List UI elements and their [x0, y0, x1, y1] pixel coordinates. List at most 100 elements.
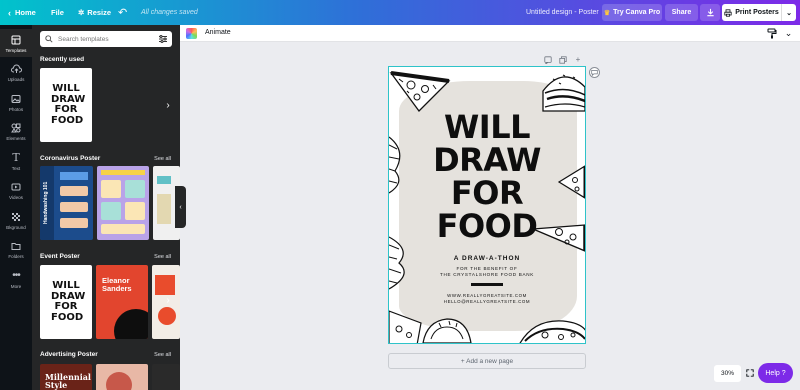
thumbnail-block [157, 194, 171, 224]
template-thumbnail[interactable]: Millennial Style [40, 364, 92, 390]
see-all-link[interactable]: See all [154, 156, 171, 162]
headline-line: FOR [450, 174, 524, 212]
animate-icon[interactable] [186, 28, 197, 39]
template-icon [10, 34, 22, 46]
search-box[interactable] [40, 31, 172, 47]
thumbnail-block [101, 224, 145, 234]
search-icon [45, 35, 54, 44]
headline-line: DRAW [433, 141, 541, 179]
thumbnail-block [125, 180, 145, 198]
section-title: Event Poster [40, 253, 80, 260]
print-label: Print Posters [735, 9, 779, 16]
poster-page[interactable]: WILL DRAW FOR FOOD A DRAW-A-THON FOR THE… [388, 66, 586, 344]
burger-illustration [542, 74, 585, 112]
thumbnail-text: Eleanor Sanders [102, 276, 132, 293]
thumbnail-block [106, 372, 132, 390]
comment-icon[interactable] [589, 67, 600, 78]
template-thumbnail[interactable] [152, 364, 180, 390]
rail-item-more[interactable]: ••• More [0, 265, 32, 293]
template-thumbnail[interactable]: Handwashing 101 [40, 166, 93, 240]
thumbnail-block [101, 202, 121, 220]
print-icon [724, 8, 732, 17]
templates-panel: Recently used WILL DRAW FOR FOOD › Coron… [32, 25, 180, 390]
rail-item-text[interactable]: T Text [0, 147, 32, 175]
see-all-link[interactable]: See all [154, 352, 171, 358]
template-thumbnail[interactable] [96, 364, 148, 390]
filter-icon[interactable] [158, 34, 168, 44]
thumbnail-text: WILL DRAW FOR FOOD [51, 83, 86, 126]
resize-button[interactable]: ✲ Resize [78, 0, 111, 25]
try-canva-pro-button[interactable]: ♛ Try Canva Pro [602, 4, 662, 21]
download-icon[interactable] [700, 4, 720, 21]
chevron-left-icon: ‹ [8, 7, 11, 18]
fullscreen-icon[interactable] [744, 367, 756, 379]
search-input[interactable] [58, 35, 153, 43]
chevron-down-icon[interactable]: ⌄ [782, 27, 795, 40]
note-icon[interactable] [543, 55, 553, 64]
poster-email[interactable]: HELLO@REALLYGREATSITE.COM [389, 299, 585, 304]
photo-icon [10, 93, 22, 105]
rail-label: Bkground [6, 224, 26, 230]
animate-button[interactable]: Animate [205, 29, 231, 36]
more-icon: ••• [12, 270, 21, 281]
section-title: Advertising Poster [40, 351, 98, 358]
rail-item-videos[interactable]: Videos [0, 176, 32, 204]
print-posters-button[interactable]: Print Posters [722, 4, 781, 21]
template-thumbnail[interactable]: WILL DRAW FOR FOOD [40, 68, 92, 142]
background-icon [10, 211, 22, 223]
duplicate-page-icon[interactable] [558, 55, 568, 64]
rail-item-photos[interactable]: Photos [0, 88, 32, 116]
chevron-right-icon[interactable]: › [163, 293, 173, 307]
section-title: Recently used [40, 56, 85, 63]
leaf-illustration [389, 236, 405, 290]
thumbnail-text: WILL DRAW FOR FOOD [51, 280, 86, 323]
chevron-down-icon[interactable]: ⌄ [781, 4, 796, 21]
poster-benefit-line[interactable]: THE CRYSTALSHORE FOOD BANK [389, 272, 585, 277]
editor-toolbar: Animate ⌄ [180, 25, 800, 42]
share-button[interactable]: Share [665, 4, 698, 21]
record-disc [114, 309, 148, 339]
add-new-page-button[interactable]: + Add a new page [388, 353, 586, 369]
see-all-link[interactable]: See all [154, 254, 171, 260]
rail-item-uploads[interactable]: Uploads [0, 58, 32, 86]
poster-website[interactable]: WWW.REALLYGREATSITE.COM [389, 293, 585, 298]
home-label: Home [15, 8, 36, 17]
template-thumbnail[interactable] [97, 166, 149, 240]
home-button[interactable]: ‹ Home [8, 0, 36, 25]
poster-headline[interactable]: WILL DRAW FOR FOOD [389, 111, 585, 243]
add-page-icon[interactable]: + [573, 55, 583, 64]
undo-icon[interactable]: ↶ [118, 0, 127, 25]
rail-item-background[interactable]: Bkground [0, 206, 32, 234]
chevron-right-icon[interactable]: › [163, 98, 173, 112]
collapse-panel-button[interactable]: ‹ [175, 186, 186, 228]
rail-item-elements[interactable]: Elements [0, 117, 32, 145]
rail-item-templates[interactable]: Templates [0, 29, 32, 57]
upload-icon [10, 63, 22, 75]
document-title[interactable]: Untitled design - Poster [526, 0, 599, 25]
section-title: Coronavirus Poster [40, 155, 101, 162]
thumbnail-text: Handwashing 101 [43, 181, 49, 224]
text-icon: T [12, 151, 20, 164]
rail-label: Videos [9, 194, 23, 200]
template-thumbnail[interactable]: Eleanor Sanders [96, 265, 148, 339]
poster-benefit-line[interactable]: FOR THE BENEFIT OF [389, 266, 585, 271]
rail-label: Uploads [7, 76, 25, 82]
poster-subtitle[interactable]: A DRAW-A-THON [389, 255, 585, 262]
try-pro-label: Try Canva Pro [613, 9, 661, 16]
rail-label: Elements [6, 135, 26, 141]
rail-item-folders[interactable]: Folders [0, 235, 32, 263]
rail-label: More [10, 283, 22, 289]
zoom-level[interactable]: 30% [714, 365, 741, 382]
headline-line: FOOD [436, 207, 538, 245]
paint-roller-icon[interactable] [765, 27, 778, 40]
save-status: All changes saved [141, 9, 198, 16]
thumbnail-block [60, 202, 88, 212]
thumbnail-block [60, 218, 88, 228]
help-button[interactable]: Help ? [758, 363, 793, 383]
thumbnail-block [155, 275, 175, 295]
file-menu-button[interactable]: File [51, 0, 64, 25]
thumbnail-text: Millennial Style [45, 372, 91, 390]
template-thumbnail[interactable]: WILL DRAW FOR FOOD [40, 265, 92, 339]
sparkle-icon: ✲ [78, 8, 85, 17]
top-bar: ‹ Home File ✲ Resize ↶ All changes saved… [0, 0, 800, 25]
